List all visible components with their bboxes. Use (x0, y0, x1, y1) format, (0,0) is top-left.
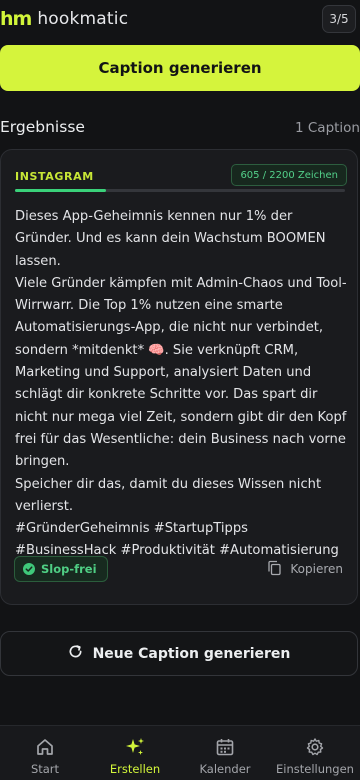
caption-text: Dieses App-Geheimnis kennen nur 1% der G… (15, 209, 347, 559)
results-title: Ergebnisse (0, 118, 85, 136)
results-count: 1 Caption (294, 120, 360, 136)
new-caption-button[interactable]: Neue Caption generieren (0, 631, 358, 676)
nav-label-einstellungen: Einstellungen (276, 762, 354, 776)
char-progress-bar (15, 189, 345, 192)
app-name: hookmatic (37, 9, 129, 29)
nav-label-start: Start (30, 762, 60, 776)
copy-label: Kopieren (290, 562, 343, 576)
slop-free-label: Slop-frei (41, 562, 97, 576)
check-icon (23, 563, 35, 575)
nav-item-erstellen[interactable]: Erstellen (90, 726, 180, 780)
nav-label-erstellen: Erstellen (109, 762, 161, 776)
home-icon (34, 736, 56, 758)
nav-item-einstellungen[interactable]: Einstellungen (270, 726, 360, 780)
platform-label: INSTAGRAM (15, 170, 94, 183)
logo-mark: hm (0, 8, 32, 30)
app-logo: hm hookmatic (0, 6, 128, 32)
slop-free-badge: Slop-frei (14, 556, 108, 582)
char-progress-fill (15, 189, 106, 192)
nav-item-kalender[interactable]: Kalender (180, 726, 270, 780)
generate-caption-button[interactable]: Caption generieren (0, 45, 360, 91)
gear-icon (304, 736, 326, 758)
nav-label-kalender: Kalender (199, 762, 251, 776)
caption-card: INSTAGRAM 605 / 2200 Zeichen Dieses App-… (0, 149, 358, 605)
calendar-icon (214, 736, 236, 758)
copy-button[interactable]: Kopieren (267, 557, 343, 581)
char-count-badge: 605 / 2200 Zeichen (231, 164, 347, 186)
bottom-navigation: Start Erstellen Kalender Einstellungen (0, 725, 360, 780)
sparkles-icon (124, 736, 146, 758)
step-indicator: 3/5 (322, 5, 356, 33)
copy-icon (267, 560, 282, 579)
nav-item-start[interactable]: Start (0, 726, 90, 780)
top-bar: hm hookmatic 3/5 (0, 0, 360, 38)
new-caption-label: Neue Caption generieren (92, 645, 291, 662)
refresh-icon (68, 644, 83, 663)
